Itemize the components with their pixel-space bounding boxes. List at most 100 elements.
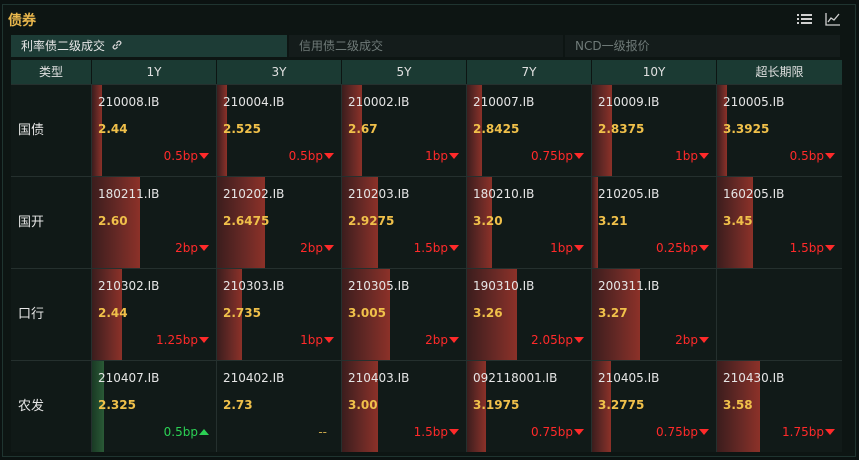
- yield-change: 1bp: [300, 333, 334, 347]
- bond-cell[interactable]: 092118001.IB 3.1975 0.75bp: [467, 361, 592, 452]
- yield-change-value: 0.25bp: [656, 241, 698, 255]
- panel-header: 债券: [3, 5, 855, 33]
- col-header-7y[interactable]: 7Y: [467, 60, 592, 84]
- yield-change: 2.05bp: [531, 333, 584, 347]
- bond-yield: 3.45: [723, 214, 753, 228]
- bond-cell[interactable]: 180210.IB 3.20 1bp: [467, 177, 592, 268]
- list-icon[interactable]: [797, 12, 813, 26]
- yield-change-value: 0.75bp: [531, 149, 573, 163]
- col-header-5y[interactable]: 5Y: [342, 60, 467, 84]
- arrow-down-icon: [324, 337, 334, 343]
- tab-rate-bond-secondary[interactable]: 利率债二级成交: [11, 35, 289, 57]
- bond-cell[interactable]: 190310.IB 3.26 2.05bp: [467, 269, 592, 360]
- yield-change-value: 0.5bp: [163, 149, 198, 163]
- bond-yield: 3.005: [348, 306, 386, 320]
- bond-cell[interactable]: 210402.IB 2.73 --: [217, 361, 342, 452]
- arrow-down-icon: [199, 153, 209, 159]
- link-icon[interactable]: [111, 39, 123, 51]
- bond-code: 210004.IB: [223, 95, 285, 109]
- arrow-down-icon: [699, 245, 709, 251]
- col-header-1y[interactable]: 1Y: [92, 60, 217, 84]
- bond-cell[interactable]: 210205.IB 3.21 0.25bp: [592, 177, 717, 268]
- yield-change-value: 1.75bp: [782, 425, 824, 439]
- yield-change-value: 1.5bp: [789, 241, 824, 255]
- tab-label: NCD一级报价: [575, 39, 650, 53]
- yield-change: 0.5bp: [164, 149, 209, 163]
- bond-cell[interactable]: 210009.IB 2.8375 1bp: [592, 85, 717, 176]
- col-header-10y[interactable]: 10Y: [592, 60, 717, 84]
- bond-cell[interactable]: 210430.IB 3.58 1.75bp: [717, 361, 842, 452]
- bond-panel: 债券 利率债二级成交 信用债二级成交 NCD一级报价 类型 1Y 3Y 5Y 7…: [2, 4, 856, 457]
- line-chart-icon[interactable]: [825, 12, 841, 26]
- bond-cell[interactable]: 180211.IB 2.60 2bp: [92, 177, 217, 268]
- row-type-label: 农发: [11, 361, 92, 452]
- table-row: 口行 210302.IB 2.44 1.25bp 210303.IB 2.735 1bp 21…: [11, 268, 842, 360]
- bond-cell[interactable]: 210305.IB 3.005 2bp: [342, 269, 467, 360]
- tab-ncd-primary-quote[interactable]: NCD一级报价: [565, 35, 840, 57]
- arrow-down-icon: [574, 337, 584, 343]
- arrow-up-icon: [199, 429, 209, 435]
- bond-code: 210407.IB: [98, 371, 160, 385]
- yield-change: 2bp: [300, 241, 334, 255]
- yield-change-value: 1.5bp: [413, 425, 448, 439]
- yield-change-value: --: [318, 425, 327, 439]
- bond-cell[interactable]: 210007.IB 2.8425 0.75bp: [467, 85, 592, 176]
- yield-change-value: 1bp: [425, 149, 448, 163]
- table-row: 农发 210407.IB 2.325 0.5bp 210402.IB 2.73 -- 2104…: [11, 360, 842, 452]
- yield-change: 0.75bp: [656, 425, 709, 439]
- tab-credit-bond-secondary[interactable]: 信用债二级成交: [289, 35, 565, 57]
- bond-code: 210205.IB: [598, 187, 660, 201]
- bond-code: 210402.IB: [223, 371, 285, 385]
- col-header-3y[interactable]: 3Y: [217, 60, 342, 84]
- bond-cell[interactable]: 210008.IB 2.44 0.5bp: [92, 85, 217, 176]
- yield-change: 1bp: [425, 149, 459, 163]
- col-header-ultra-long[interactable]: 超长期限: [717, 60, 842, 84]
- bond-yield: 2.6475: [223, 214, 270, 228]
- bond-cell[interactable]: 210202.IB 2.6475 2bp: [217, 177, 342, 268]
- bond-cell[interactable]: 210403.IB 3.00 1.5bp: [342, 361, 467, 452]
- bond-code: 210305.IB: [348, 279, 410, 293]
- bond-yield: 2.44: [98, 122, 128, 136]
- grid-body: 国债 210008.IB 2.44 0.5bp 210004.IB 2.525 0.5bp 2…: [11, 84, 842, 452]
- bond-code: 210203.IB: [348, 187, 410, 201]
- arrow-down-icon: [449, 153, 459, 159]
- bond-cell[interactable]: 210303.IB 2.735 1bp: [217, 269, 342, 360]
- bond-yield: 2.73: [223, 398, 253, 412]
- yield-change: 0.5bp: [164, 425, 209, 439]
- bond-cell[interactable]: 210203.IB 2.9275 1.5bp: [342, 177, 467, 268]
- yield-change: 1.5bp: [790, 241, 835, 255]
- bond-code: 210430.IB: [723, 371, 785, 385]
- bond-cell[interactable]: 210302.IB 2.44 1.25bp: [92, 269, 217, 360]
- yield-change: --: [318, 425, 327, 439]
- arrow-down-icon: [199, 245, 209, 251]
- bond-code: 200311.IB: [598, 279, 660, 293]
- bond-code: 210005.IB: [723, 95, 785, 109]
- yield-change-value: 0.75bp: [656, 425, 698, 439]
- yield-change-value: 0.5bp: [789, 149, 824, 163]
- yield-change: 1bp: [675, 149, 709, 163]
- bond-code: 210405.IB: [598, 371, 660, 385]
- bond-cell[interactable]: 210407.IB 2.325 0.5bp: [92, 361, 217, 452]
- grid-header: 类型 1Y 3Y 5Y 7Y 10Y 超长期限: [11, 60, 842, 84]
- bond-yield: 3.3925: [723, 122, 770, 136]
- bond-code: 210302.IB: [98, 279, 160, 293]
- arrow-down-icon: [825, 245, 835, 251]
- bond-cell[interactable]: 210004.IB 2.525 0.5bp: [217, 85, 342, 176]
- arrow-down-icon: [699, 337, 709, 343]
- bond-yield: 3.2775: [598, 398, 645, 412]
- bond-code: 092118001.IB: [473, 371, 558, 385]
- bond-cell[interactable]: 200311.IB 3.27 2bp: [592, 269, 717, 360]
- bond-cell[interactable]: 160205.IB 3.45 1.5bp: [717, 177, 842, 268]
- yield-change: 0.5bp: [790, 149, 835, 163]
- yield-change-value: 2.05bp: [531, 333, 573, 347]
- yield-change: 2bp: [675, 333, 709, 347]
- yield-change: 0.75bp: [531, 425, 584, 439]
- yield-change-value: 1bp: [675, 149, 698, 163]
- bond-code: 210202.IB: [223, 187, 285, 201]
- bond-yield: 2.325: [98, 398, 136, 412]
- bond-cell[interactable]: 210002.IB 2.67 1bp: [342, 85, 467, 176]
- col-header-type: 类型: [11, 60, 92, 84]
- bond-cell[interactable]: 210405.IB 3.2775 0.75bp: [592, 361, 717, 452]
- bond-cell[interactable]: 210005.IB 3.3925 0.5bp: [717, 85, 842, 176]
- arrow-down-icon: [449, 337, 459, 343]
